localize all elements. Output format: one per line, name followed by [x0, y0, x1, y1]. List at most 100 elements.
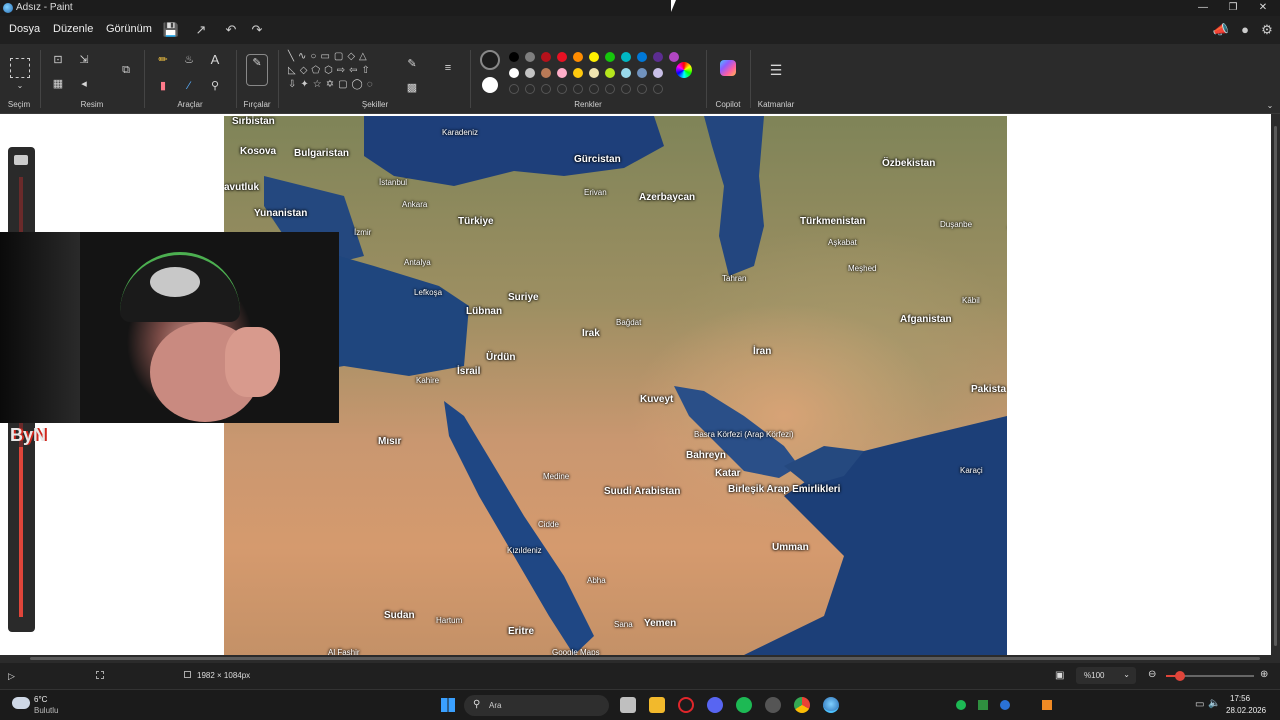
shape-fill-icon[interactable]: ▩ [404, 80, 420, 96]
image-creator-icon[interactable]: ⧉ [116, 62, 136, 82]
file-explorer-icon[interactable] [649, 697, 665, 713]
webcam-overlay [0, 232, 339, 423]
close-button[interactable]: ✕ [1248, 0, 1278, 16]
palette-swatch[interactable] [653, 68, 663, 78]
palette-swatch[interactable] [637, 68, 647, 78]
resize-icon[interactable]: ⇲ [76, 52, 92, 68]
tray-nvidia-icon[interactable] [978, 700, 988, 710]
fit-to-window-icon[interactable]: ▣ [1055, 670, 1064, 681]
rotate-icon[interactable]: ◂ [76, 76, 92, 92]
fill-bucket-icon[interactable]: ♨ [181, 52, 197, 68]
palette-swatch[interactable] [653, 52, 663, 62]
edit-colors-icon[interactable] [676, 62, 692, 78]
map-label: Abha [587, 576, 606, 585]
custom-color-slot[interactable] [557, 84, 567, 94]
palette-swatch[interactable] [637, 52, 647, 62]
tray-app-icon[interactable] [1042, 700, 1052, 710]
palette-swatch[interactable] [509, 68, 519, 78]
palette-swatch[interactable] [573, 68, 583, 78]
line-width-icon[interactable]: ≡ [440, 60, 456, 76]
account-icon[interactable]: ● [1236, 21, 1254, 39]
shape-outline-icon[interactable]: ✎ [404, 56, 420, 72]
map-label: Lübnan [466, 306, 503, 317]
custom-color-slot[interactable] [509, 84, 519, 94]
palette-swatch[interactable] [557, 52, 567, 62]
zoom-slider[interactable] [1166, 671, 1254, 681]
share-icon[interactable]: ↗ [192, 21, 210, 39]
taskbar-search-box[interactable]: ⚲ Ara [464, 695, 609, 716]
network-icon[interactable]: ▭ [1195, 699, 1204, 710]
map-label: Kâbil [962, 296, 980, 305]
task-view-icon[interactable] [620, 697, 636, 713]
collapse-ribbon-icon[interactable]: ⌄ [1262, 98, 1278, 114]
chevron-down-icon[interactable]: ⌄ [12, 78, 28, 94]
custom-color-slot[interactable] [525, 84, 535, 94]
custom-color-slot[interactable] [605, 84, 615, 94]
palette-swatch[interactable] [541, 68, 551, 78]
palette-swatch[interactable] [605, 68, 615, 78]
custom-color-slot[interactable] [573, 84, 583, 94]
maximize-button[interactable]: ❐ [1218, 0, 1248, 16]
tray-spotify-icon[interactable] [956, 700, 966, 710]
palette-swatch[interactable] [525, 52, 535, 62]
select-rectangle-icon[interactable] [10, 58, 30, 78]
zoom-select[interactable]: %100 ⌄ [1076, 667, 1136, 684]
eraser-icon[interactable]: ▮ [155, 78, 171, 94]
menu-edit[interactable]: Düzenle [53, 23, 93, 35]
horizontal-scrollbar[interactable] [0, 655, 1280, 663]
palette-swatch[interactable] [525, 68, 535, 78]
tray-bluetooth-icon[interactable] [1000, 700, 1010, 710]
weather-cloud-icon[interactable] [12, 697, 30, 709]
menu-view[interactable]: Görünüm [106, 23, 152, 35]
discord-icon[interactable] [707, 697, 723, 713]
custom-color-slot[interactable] [589, 84, 599, 94]
zoom-in-icon[interactable]: ⊕ [1260, 669, 1268, 680]
palette-swatch[interactable] [669, 52, 679, 62]
magnifier-icon[interactable]: ⚲ [207, 78, 223, 94]
custom-color-slot[interactable] [621, 84, 631, 94]
zoom-out-icon[interactable]: ⊖ [1148, 669, 1156, 680]
vertical-scrollbar[interactable] [1271, 114, 1280, 655]
announcement-icon[interactable]: 📣 [1212, 21, 1230, 39]
palette-swatch[interactable] [589, 68, 599, 78]
pencil-icon[interactable]: ✏ [155, 52, 171, 68]
palette-swatch[interactable] [509, 52, 519, 62]
steam-icon[interactable] [765, 697, 781, 713]
undo-icon[interactable]: ↶ [222, 21, 240, 39]
secondary-color-swatch[interactable] [482, 77, 498, 93]
palette-swatch[interactable] [557, 68, 567, 78]
brush-icon[interactable]: ✎ [246, 54, 268, 86]
black-sea [364, 116, 664, 186]
settings-gear-icon[interactable]: ⚙ [1258, 21, 1276, 39]
horizontal-scroll-thumb[interactable] [30, 657, 1260, 660]
save-icon[interactable]: 💾 [162, 21, 180, 39]
text-tool-icon[interactable]: A [207, 52, 223, 68]
copilot-icon[interactable] [720, 60, 736, 76]
paint-taskbar-icon[interactable] [823, 697, 839, 713]
palette-swatch[interactable] [621, 52, 631, 62]
crop-icon[interactable]: ⊡ [50, 52, 66, 68]
vertical-scroll-thumb[interactable] [1274, 126, 1277, 646]
minimize-button[interactable]: — [1188, 0, 1218, 16]
zoom-slider-thumb[interactable] [1175, 671, 1185, 681]
redo-icon[interactable]: ↷ [248, 21, 266, 39]
shapes-gallery[interactable]: ╲∿○▭▢◇△ ◺◇⬠⬡⇨⇦⇧ ⇩✦☆✡▢◯◌ [288, 50, 392, 98]
color-picker-icon[interactable]: ∕ [181, 78, 197, 94]
chrome-icon[interactable] [794, 697, 810, 713]
palette-swatch[interactable] [605, 52, 615, 62]
windows-start-icon[interactable] [441, 698, 455, 712]
primary-color-swatch[interactable] [480, 50, 500, 70]
custom-color-slot[interactable] [637, 84, 647, 94]
palette-swatch[interactable] [621, 68, 631, 78]
palette-swatch[interactable] [589, 52, 599, 62]
menu-file[interactable]: Dosya [9, 23, 40, 35]
opera-icon[interactable] [678, 697, 694, 713]
layers-icon[interactable]: ☰ [768, 62, 784, 78]
palette-swatch[interactable] [541, 52, 551, 62]
spotify-icon[interactable] [736, 697, 752, 713]
palette-swatch[interactable] [573, 52, 583, 62]
volume-icon[interactable]: 🔈 [1208, 698, 1220, 709]
remove-background-icon[interactable]: ▦ [50, 76, 66, 92]
custom-color-slot[interactable] [653, 84, 663, 94]
custom-color-slot[interactable] [541, 84, 551, 94]
